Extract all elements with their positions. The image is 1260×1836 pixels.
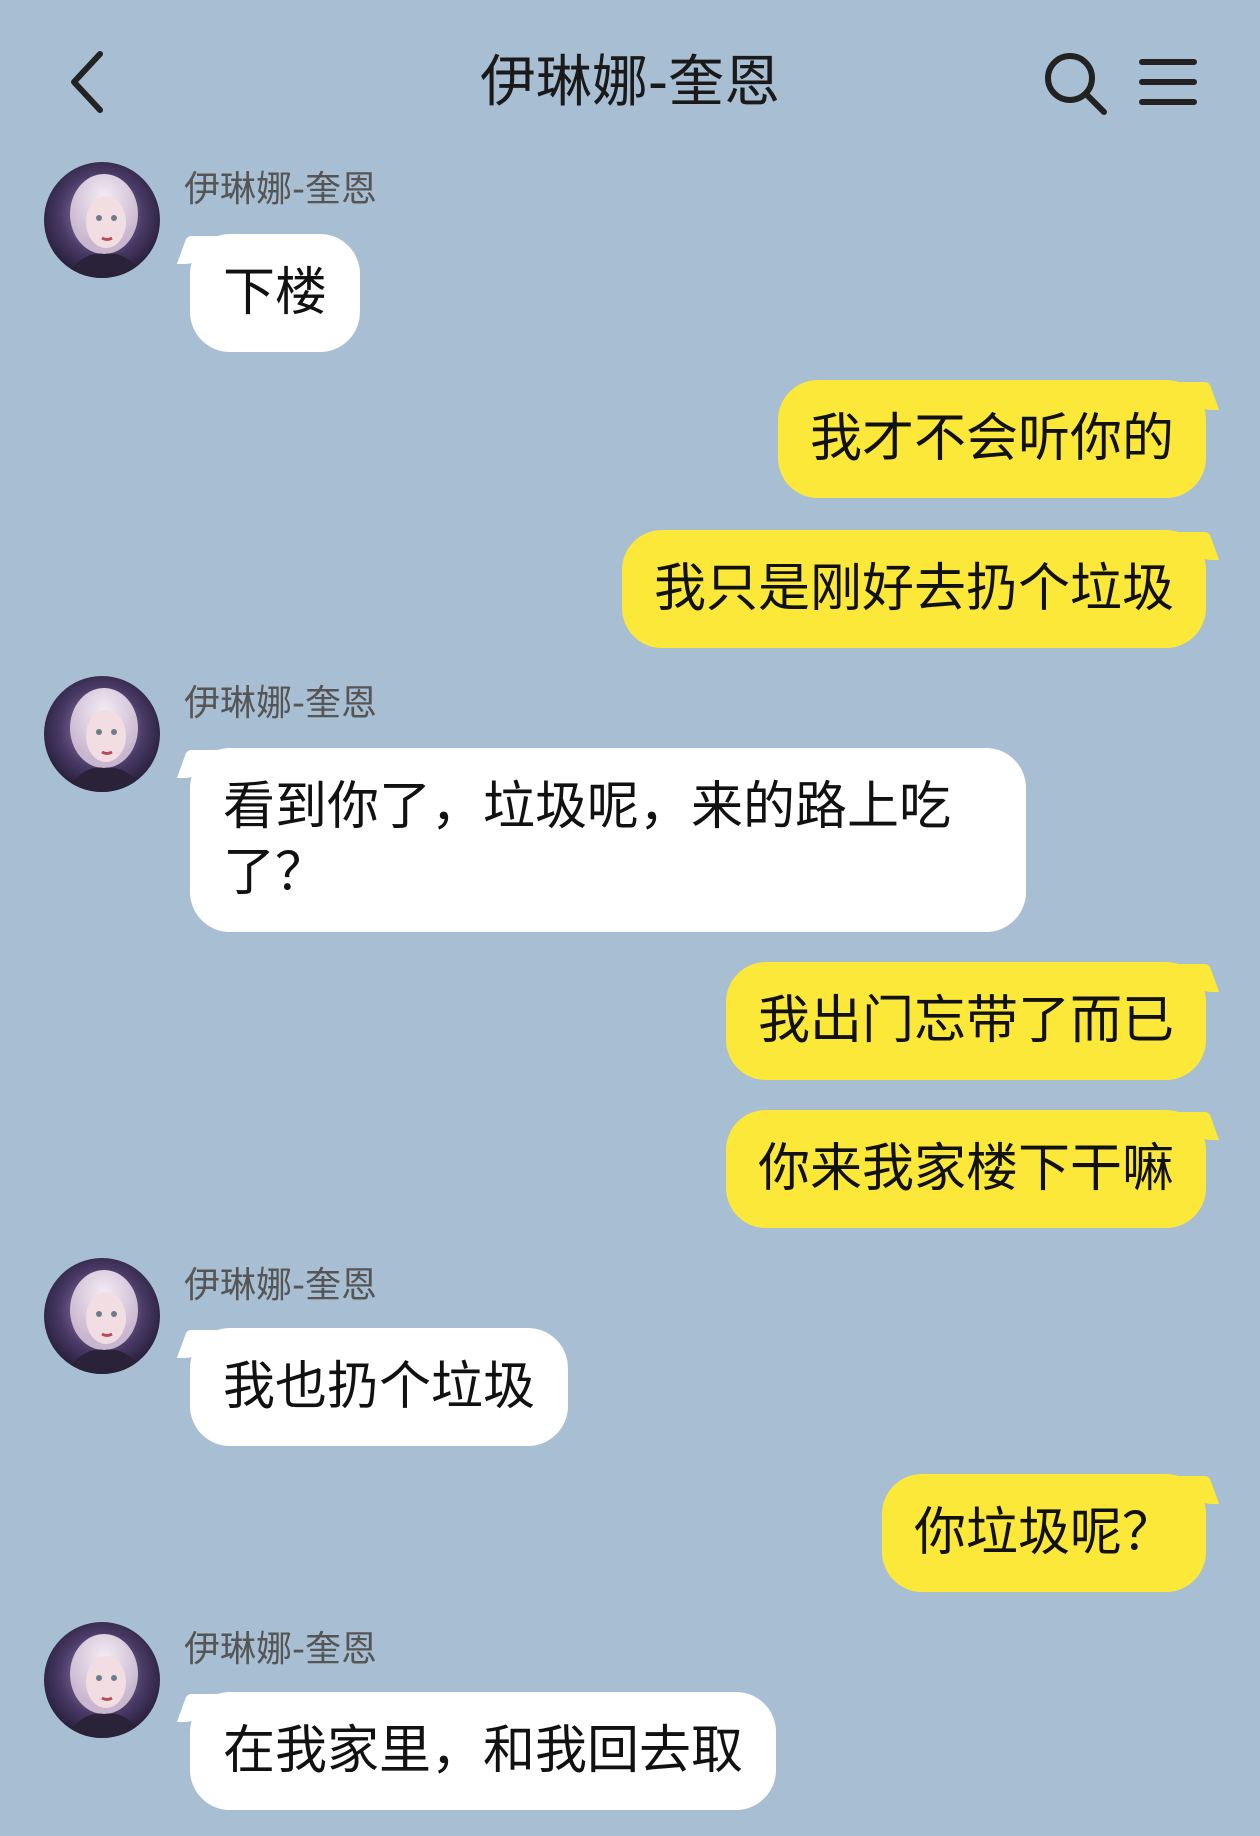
- incoming-message[interactable]: 下楼: [190, 234, 361, 352]
- contact-avatar[interactable]: [44, 1258, 160, 1374]
- sender-name: 伊琳娜-奎恩: [184, 683, 377, 724]
- contact-avatar[interactable]: [44, 162, 160, 278]
- chat-header: 伊琳娜-奎恩: [0, 0, 1260, 165]
- menu-icon: [1139, 59, 1197, 105]
- incoming-message[interactable]: 看到你了，垃圾呢，来的路上吃了？: [190, 748, 1026, 932]
- sender-name: 伊琳娜-奎恩: [184, 169, 377, 210]
- search-icon: [1045, 53, 1107, 115]
- outgoing-message[interactable]: 你垃圾呢？: [881, 1474, 1206, 1592]
- incoming-message[interactable]: 在我家里，和我回去取: [190, 1692, 777, 1810]
- outgoing-message[interactable]: 我才不会听你的: [777, 380, 1206, 498]
- menu-button[interactable]: [1138, 52, 1198, 112]
- sender-name: 伊琳娜-奎恩: [184, 1265, 377, 1306]
- contact-avatar[interactable]: [44, 676, 160, 792]
- outgoing-message[interactable]: 我出门忘带了而已: [725, 962, 1206, 1080]
- contact-avatar[interactable]: [44, 1622, 160, 1738]
- incoming-message[interactable]: 我也扔个垃圾: [190, 1328, 569, 1446]
- search-button[interactable]: [1040, 48, 1110, 118]
- sender-name: 伊琳娜-奎恩: [184, 1629, 377, 1670]
- outgoing-message[interactable]: 你来我家楼下干嘛: [725, 1110, 1206, 1228]
- outgoing-message[interactable]: 我只是刚好去扔个垃圾: [621, 530, 1206, 648]
